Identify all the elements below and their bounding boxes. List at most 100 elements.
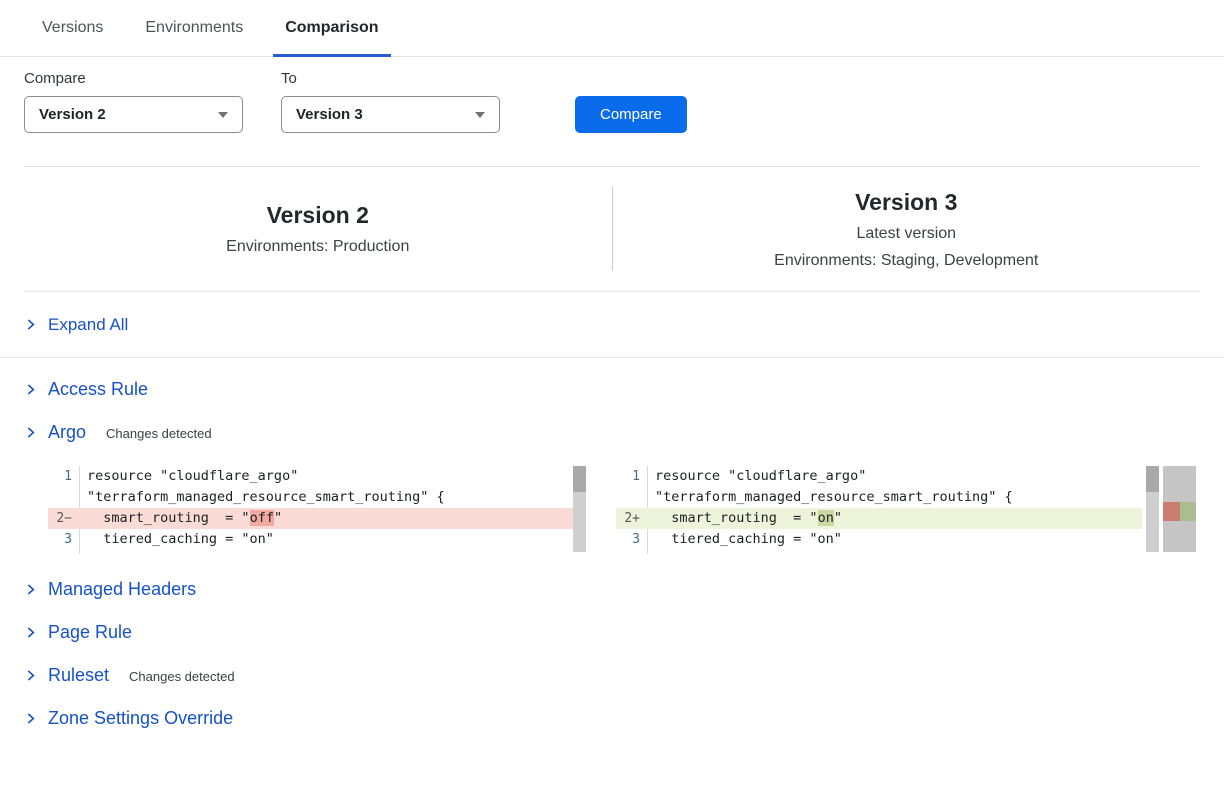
code-line: 3 tiered_caching = "on" [616,529,1142,550]
version-right-environments: Environments: Staging, Development [774,252,1038,270]
version-comparison-header: Version 2 Environments: Production Versi… [24,166,1200,292]
line-number: 3 [48,529,80,550]
chevron-right-icon [24,318,48,331]
section-zone-settings-override-toggle[interactable]: Zone Settings Override [24,708,233,729]
code-line: } [48,550,586,554]
version-left-title: Version 2 [267,202,369,229]
section-title: Access Rule [48,379,148,400]
to-version-value: Version 3 [296,106,363,123]
tab-comparison[interactable]: Comparison [283,0,380,56]
version-right-header: Version 3 Latest version Environments: S… [613,167,1201,291]
removed-word-highlight: off [250,510,274,526]
compare-field: Compare Version 2 [24,70,243,133]
code-text: tiered_caching = "on" [80,529,274,550]
line-number [48,487,80,508]
section-title: Managed Headers [48,579,196,600]
diff-left-panel: 1resource "cloudflare_argo" "terraform_m… [48,466,586,554]
line-number: 3 [616,529,648,550]
line-number: 2− [48,508,80,529]
chevron-right-icon [24,712,48,725]
overview-added-mark [1180,502,1196,521]
compare-field-label: Compare [24,70,243,87]
changes-detected-badge: Changes detected [106,424,212,441]
compare-form: Compare Version 2 To Version 3 Compare [0,57,1224,133]
tab-bar: Versions Environments Comparison [0,0,1224,57]
line-number [616,487,648,508]
code-text: "terraform_managed_resource_smart_routin… [648,487,1013,508]
section-access-rule-toggle[interactable]: Access Rule [24,379,148,400]
to-field-label: To [281,70,500,87]
tab-environments-label: Environments [145,19,243,37]
tab-comparison-label: Comparison [285,19,378,37]
section-argo: Argo Changes detected [24,411,1200,454]
argo-diff-view: 1resource "cloudflare_argo" "terraform_m… [48,466,1200,554]
code-text: smart_routing = "off" [80,508,282,529]
code-text: smart_routing = "on" [648,508,842,529]
code-line: 1resource "cloudflare_argo" [48,466,586,487]
expand-all-button[interactable]: Expand All [24,315,128,335]
expand-all-row: Expand All [0,292,1224,358]
version-right-title: Version 3 [855,189,957,216]
section-managed-headers: Managed Headers [24,568,1200,611]
resource-section-list: Access Rule Argo Changes detected 1resou… [0,358,1224,740]
diff-right-panel-area: 1resource "cloudflare_argo" "terraform_m… [616,466,1196,554]
code-line-wrap: "terraform_managed_resource_smart_routin… [48,487,586,508]
scrollbar-thumb[interactable] [573,466,586,492]
version-right-latest-label: Latest version [856,225,956,243]
chevron-right-icon [24,426,48,439]
code-text-pre: smart_routing = " [87,510,250,526]
line-number [48,550,80,554]
code-text-post: " [274,510,282,526]
compare-button[interactable]: Compare [575,96,687,133]
line-number: 2+ [616,508,648,529]
code-line-removed: 2− smart_routing = "off" [48,508,586,529]
diff-right-panel: 1resource "cloudflare_argo" "terraform_m… [616,466,1142,554]
overview-removed-mark [1163,502,1180,521]
section-ruleset-toggle[interactable]: Ruleset [24,665,109,686]
chevron-right-icon [24,583,48,596]
chevron-right-icon [24,626,48,639]
code-text: resource "cloudflare_argo" [648,466,866,487]
scrollbar-thumb[interactable] [1146,466,1159,492]
section-zone-settings-override: Zone Settings Override [24,697,1200,740]
section-title: Page Rule [48,622,132,643]
code-line: 1resource "cloudflare_argo" [616,466,1142,487]
compare-version-value: Version 2 [39,106,106,123]
left-panel-scrollbar[interactable] [573,466,586,552]
tab-versions-label: Versions [42,19,103,37]
added-word-highlight: on [818,510,834,526]
code-text: "terraform_managed_resource_smart_routin… [80,487,445,508]
line-number: 1 [616,466,648,487]
chevron-down-icon [218,112,228,118]
chevron-down-icon [475,112,485,118]
to-field: To Version 3 [281,70,500,133]
expand-all-label: Expand All [48,315,128,335]
section-managed-headers-toggle[interactable]: Managed Headers [24,579,196,600]
to-version-select[interactable]: Version 3 [281,96,500,133]
tab-environments[interactable]: Environments [143,0,245,56]
right-panel-scrollbar[interactable] [1146,466,1159,552]
version-left-header: Version 2 Environments: Production [24,167,612,291]
code-line: 3 tiered_caching = "on" [48,529,586,550]
section-argo-toggle[interactable]: Argo [24,422,86,443]
section-page-rule-toggle[interactable]: Page Rule [24,622,132,643]
code-line-added: 2+ smart_routing = "on" [616,508,1142,529]
code-text: } [80,550,95,554]
version-left-environments: Environments: Production [226,238,409,256]
diff-overview-ruler[interactable] [1163,466,1196,552]
code-line-wrap: "terraform_managed_resource_smart_routin… [616,487,1142,508]
code-text-pre: smart_routing = " [655,510,818,526]
chevron-right-icon [24,383,48,396]
chevron-right-icon [24,669,48,682]
section-title: Ruleset [48,665,109,686]
changes-detected-badge: Changes detected [129,667,235,684]
tab-versions[interactable]: Versions [40,0,105,56]
section-ruleset: Ruleset Changes detected [24,654,1200,697]
code-line: } [616,550,1142,554]
line-number: 1 [48,466,80,487]
section-access-rule: Access Rule [24,368,1200,411]
section-title: Argo [48,422,86,443]
compare-version-select[interactable]: Version 2 [24,96,243,133]
code-text: resource "cloudflare_argo" [80,466,298,487]
code-text: } [648,550,663,554]
